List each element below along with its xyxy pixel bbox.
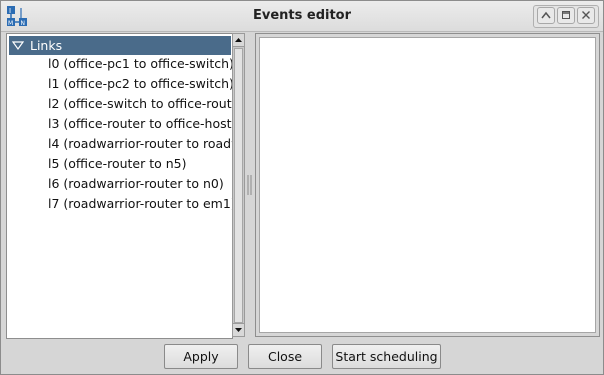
events-editor-window: I M N Events editor Links l0 (office-pc1… <box>0 0 604 375</box>
tree-item-l7[interactable]: l7 (roadwarrior-router to em1) <box>48 196 232 215</box>
event-details-pane <box>255 33 600 337</box>
scroll-thumb[interactable] <box>234 48 243 323</box>
window-title: Events editor <box>252 8 352 23</box>
collapse-icon[interactable] <box>537 7 555 24</box>
close-icon[interactable] <box>577 7 595 24</box>
window-controls <box>533 5 599 28</box>
start-scheduling-button[interactable]: Start scheduling <box>332 344 441 369</box>
pane-splitter[interactable] <box>245 33 254 337</box>
tree-item-l3[interactable]: l3 (office-router to office-host) <box>48 116 232 135</box>
tree-item-l5[interactable]: l5 (office-router to n5) <box>48 156 187 175</box>
links-tree[interactable]: Links l0 (office-pc1 to office-switch) l… <box>6 33 233 339</box>
tree-root-label: Links <box>30 38 63 53</box>
arrow-up-icon <box>235 38 242 42</box>
arrow-down-icon <box>235 328 242 332</box>
event-editor-area[interactable] <box>259 37 596 333</box>
scroll-down-button[interactable] <box>233 323 244 336</box>
tree-root-links[interactable]: Links <box>9 36 231 55</box>
maximize-icon[interactable] <box>557 7 575 24</box>
expand-toggle-icon[interactable] <box>12 39 24 51</box>
button-bar: Apply Close Start scheduling <box>1 339 603 374</box>
tree-vertical-scrollbar[interactable] <box>232 33 245 337</box>
scroll-up-button[interactable] <box>233 34 244 47</box>
title-bar[interactable]: I M N Events editor <box>1 1 603 32</box>
tree-item-l2[interactable]: l2 (office-switch to office-router) <box>48 96 232 115</box>
tree-item-l0[interactable]: l0 (office-pc1 to office-switch) <box>48 56 232 75</box>
apply-button[interactable]: Apply <box>164 344 238 369</box>
tree-item-l6[interactable]: l6 (roadwarrior-router to n0) <box>48 176 224 195</box>
splitter-grip-icon <box>247 175 252 195</box>
tree-item-l1[interactable]: l1 (office-pc2 to office-switch) <box>48 76 232 95</box>
close-button[interactable]: Close <box>248 344 322 369</box>
tree-item-l4[interactable]: l4 (roadwarrior-router to roadwarrior-ho… <box>48 136 232 155</box>
